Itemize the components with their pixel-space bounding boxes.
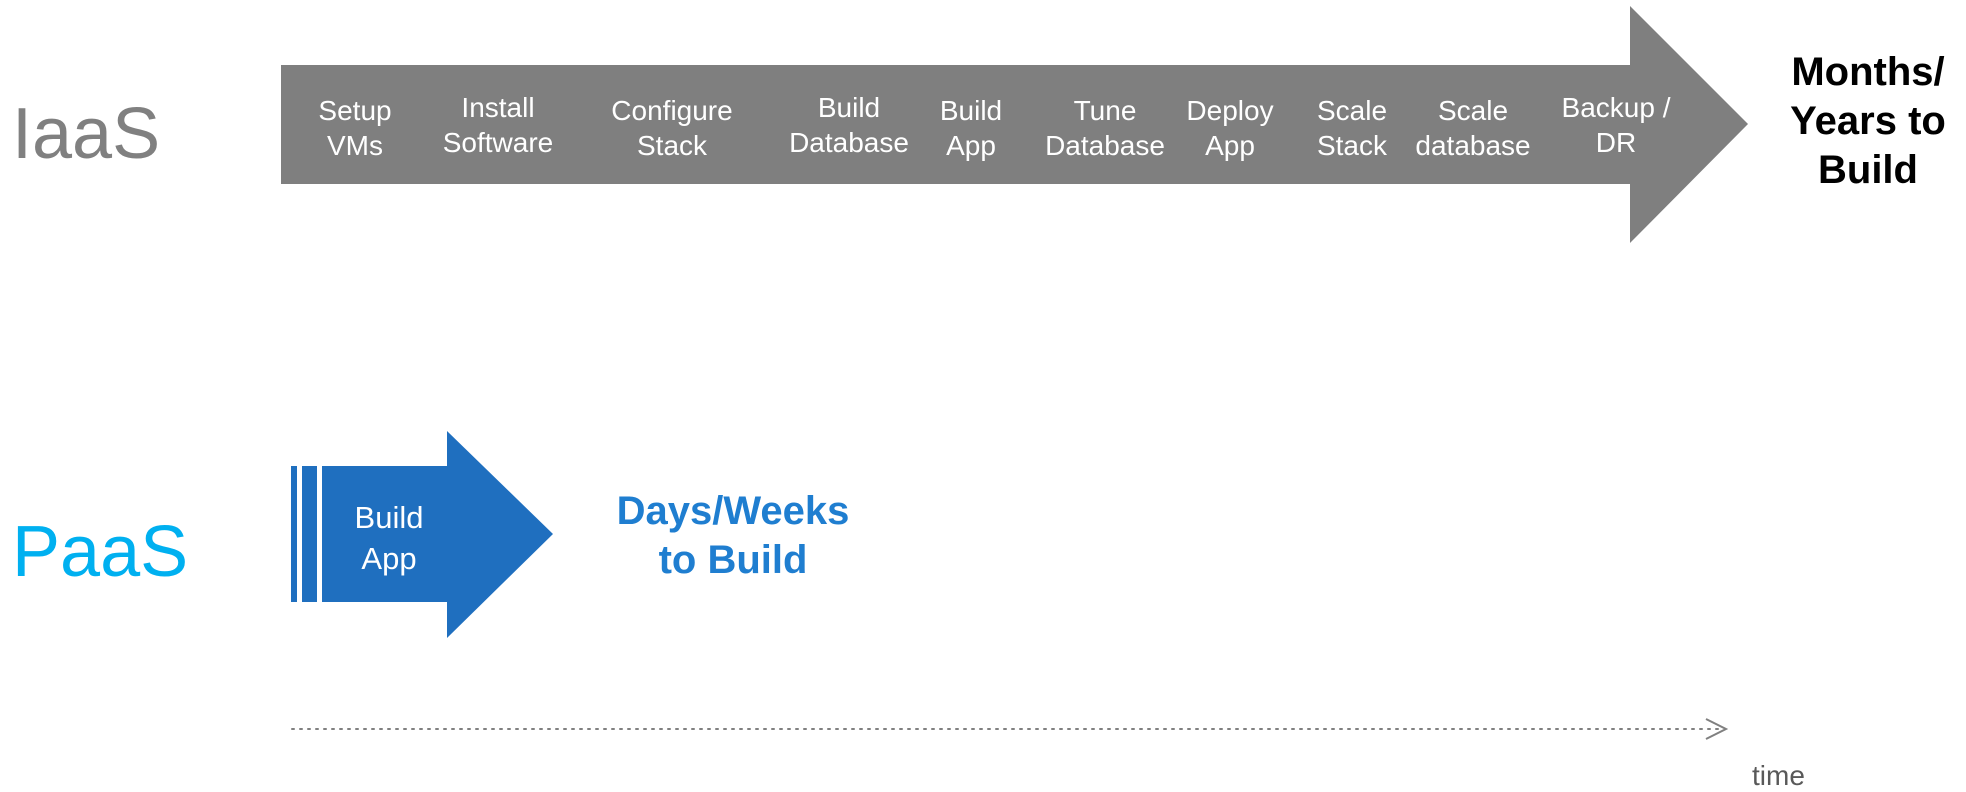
iaas-step-line: Stack [1316, 130, 1388, 161]
iaas-step-line: Stack [636, 130, 708, 161]
iaas-step: Build Database [789, 90, 909, 160]
iaas-outcome-line: Years to [1790, 99, 1946, 143]
iaas-step-line: Build [817, 92, 881, 123]
iaas-outcome: Months/ Years to Build [1790, 48, 1946, 195]
paas-arrow-stripes [291, 466, 317, 602]
iaas-step-line: Scale [1437, 95, 1509, 126]
iaas-step: Backup / DR [1562, 90, 1671, 160]
iaas-step-line: Tune [1073, 95, 1137, 126]
iaas-step: Scale Stack [1317, 93, 1387, 163]
iaas-step-line: DR [1595, 127, 1637, 158]
iaas-step-line: Build [939, 95, 1003, 126]
iaas-step-line: database [1415, 130, 1531, 161]
iaas-step-line: Configure [611, 95, 733, 126]
iaas-step-line: App [1205, 130, 1255, 161]
iaas-step-line: Scale [1316, 95, 1388, 126]
iaas-step: Build App [940, 93, 1002, 163]
iaas-step-line: VMs [326, 130, 383, 161]
paas-outcome-line: to Build [658, 538, 808, 582]
iaas-step: Tune Database [1045, 93, 1165, 163]
iaas-step-line: Database [789, 127, 909, 158]
iaas-step-line: Setup [318, 95, 392, 126]
iaas-outcome-line: Build [1818, 148, 1918, 192]
paas-outcome-line: Days/Weeks [616, 489, 850, 533]
iaas-step-line: App [946, 130, 996, 161]
paas-step-line: App [361, 541, 417, 576]
iaas-step: Setup VMs [318, 93, 391, 163]
paas-arrow-stripe [291, 466, 297, 602]
paas-step-build-app: Build App [355, 497, 424, 579]
paas-arrow-stripe [302, 466, 317, 602]
iaas-step: Configure Stack [611, 93, 732, 163]
iaas-outcome-line: Months/ [1791, 50, 1945, 94]
iaas-step-line: Install [461, 92, 535, 123]
iaas-step-line: Backup / [1561, 92, 1671, 123]
paas-step-line: Build [354, 500, 424, 535]
iaas-step-line: Database [1045, 130, 1165, 161]
iaas-step-line: Deploy [1186, 95, 1274, 126]
time-axis-label: time [1752, 760, 1805, 791]
paas-outcome: Days/Weeks to Build [617, 487, 850, 585]
iaas-step-line: Software [442, 127, 554, 158]
iaas-step: Deploy App [1186, 93, 1273, 163]
iaas-step: Scale database [1415, 93, 1530, 163]
iaas-step: Install Software [443, 90, 554, 160]
